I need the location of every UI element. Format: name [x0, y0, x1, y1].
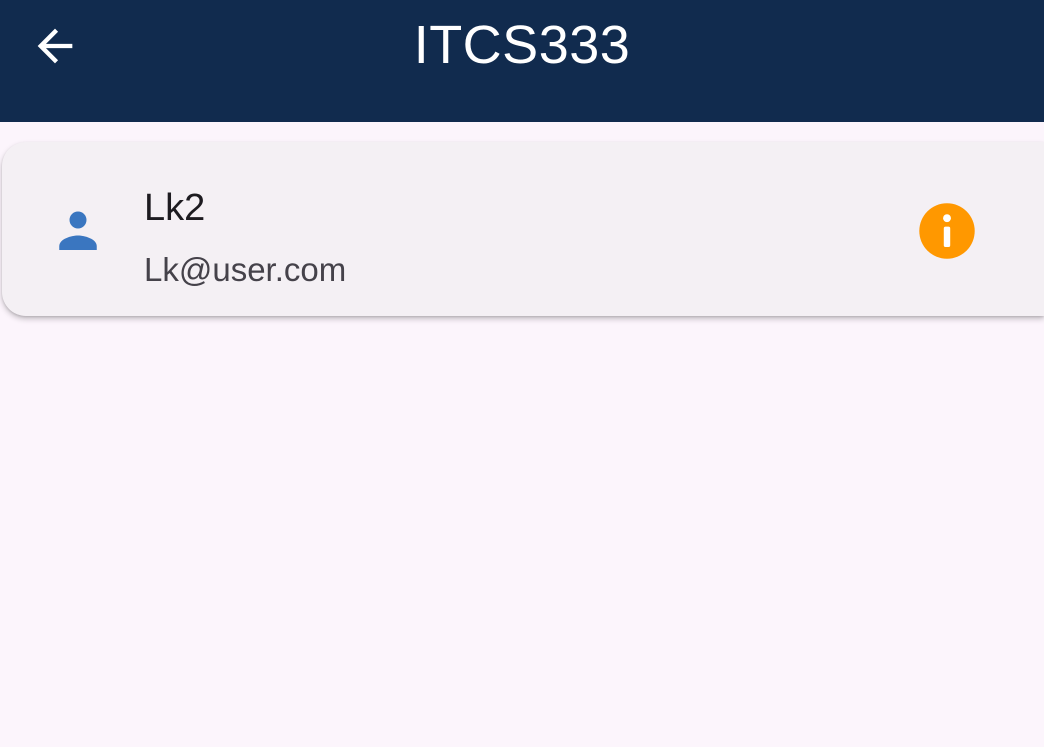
user-email: Lk@user.com	[144, 251, 347, 288]
info-icon	[912, 196, 982, 266]
user-name: Lk2	[144, 187, 206, 229]
page-title: ITCS333	[413, 15, 631, 75]
app-bar: ITCS333	[0, 0, 1044, 122]
person-icon	[48, 200, 108, 260]
info-button[interactable]	[912, 196, 982, 266]
